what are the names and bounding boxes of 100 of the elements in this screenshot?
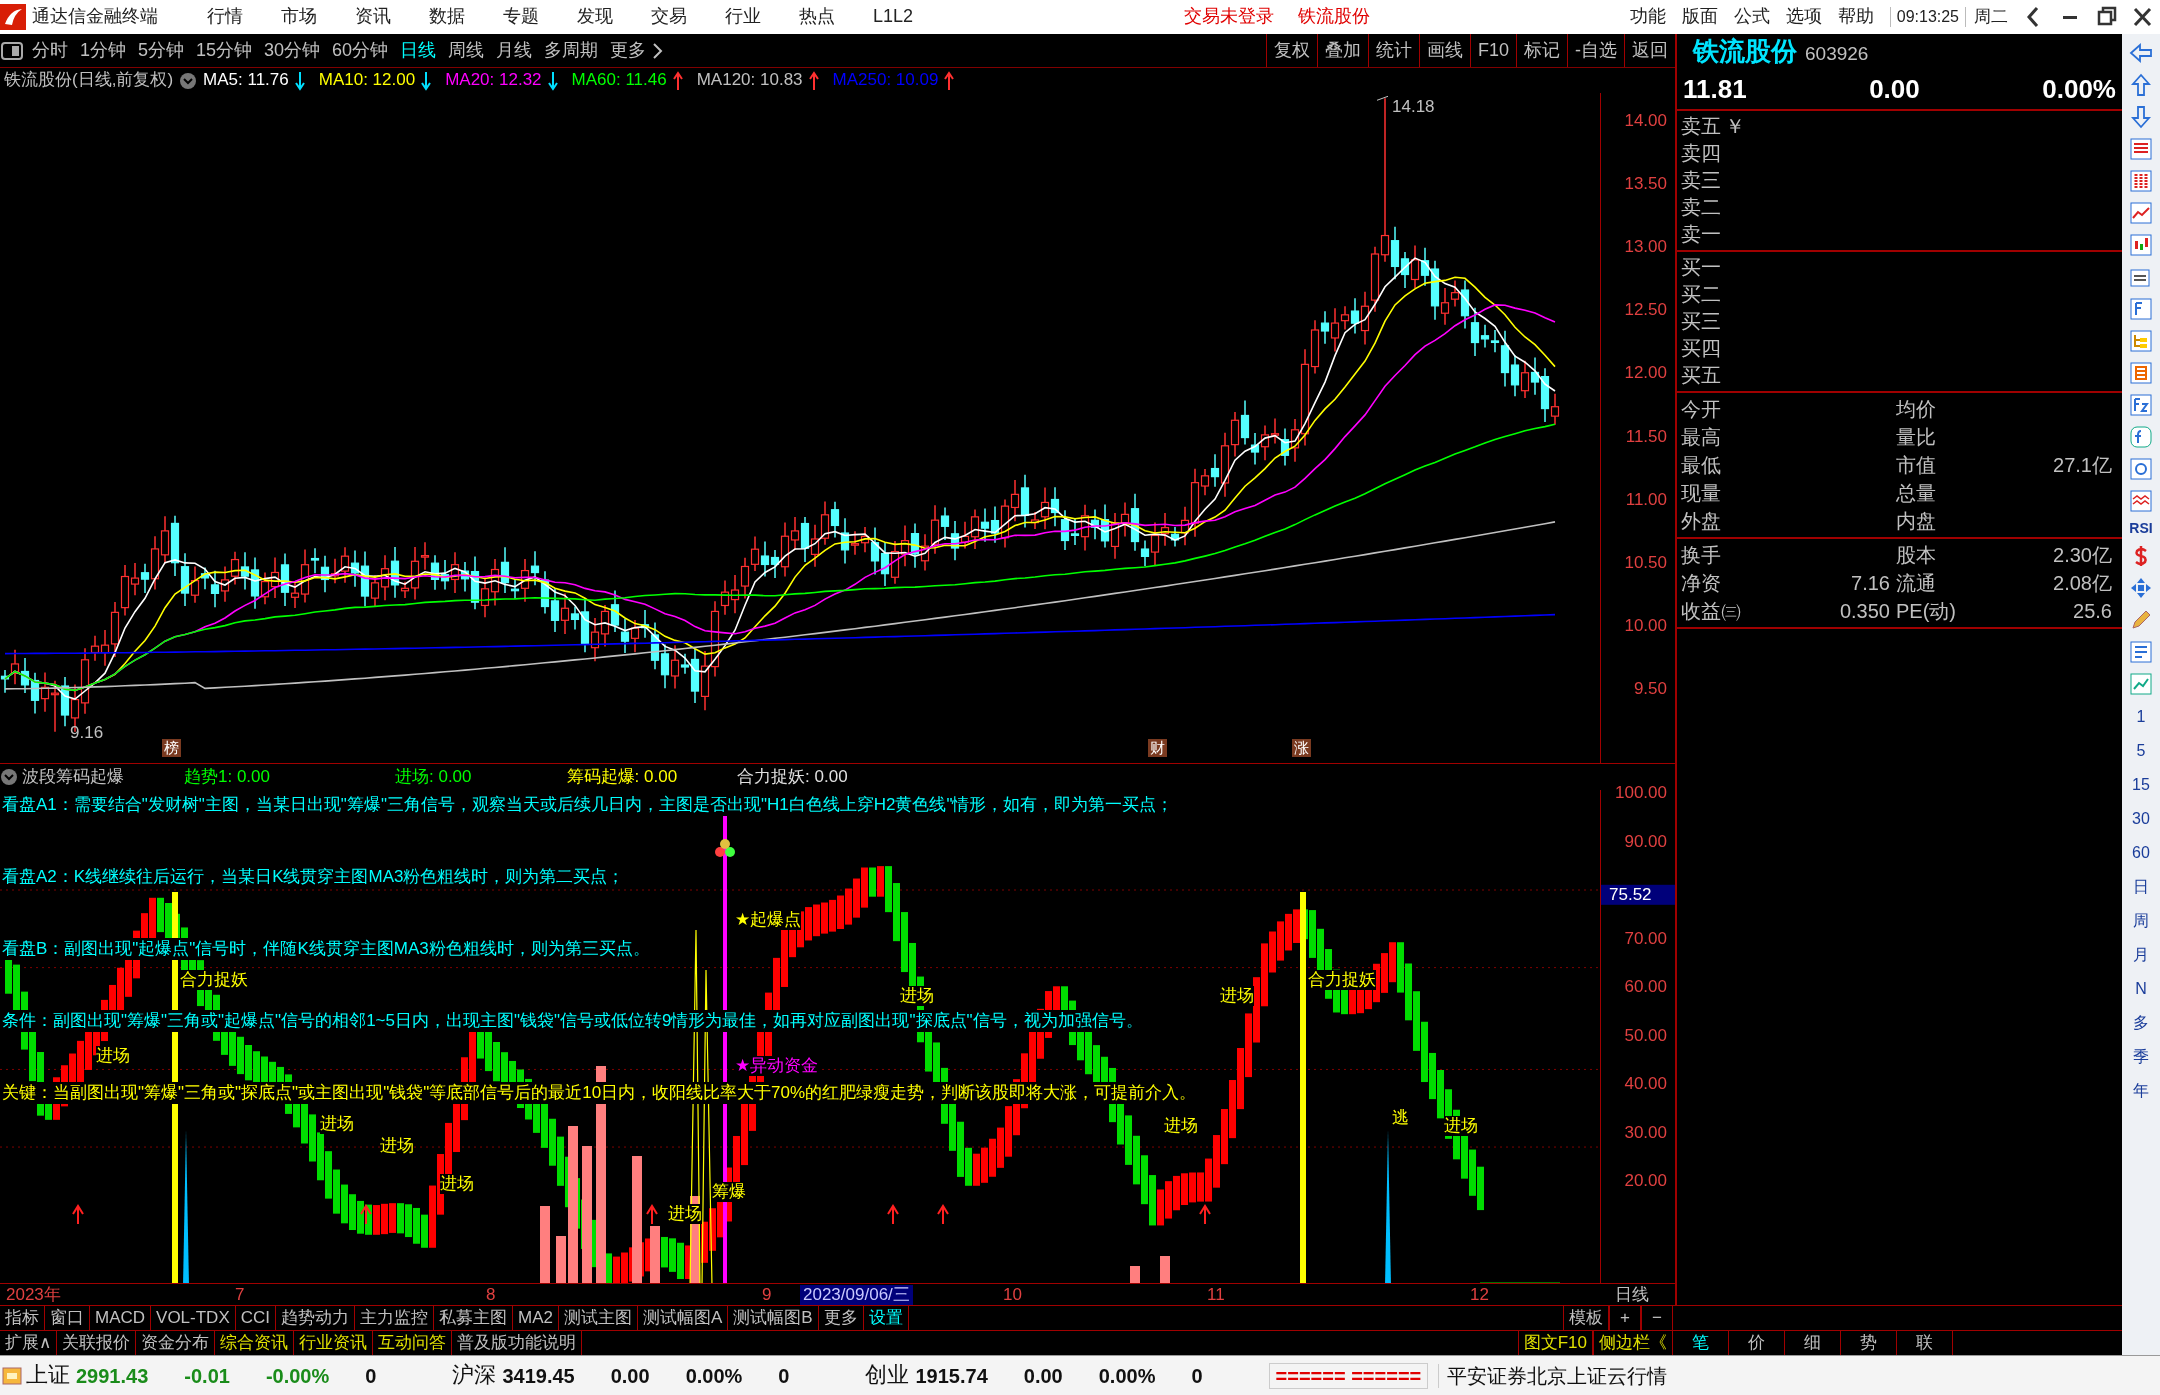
period-shortcut[interactable]: 30	[2132, 804, 2150, 833]
menu-item[interactable]: 发现	[558, 6, 632, 28]
period-tab[interactable]: 月线	[490, 39, 539, 62]
event-marker[interactable]: 财	[1148, 739, 1167, 757]
settings-link[interactable]: 设置	[863, 1306, 909, 1330]
clock-time: 09:13:25	[1889, 7, 1966, 27]
line-chart-icon[interactable]	[2128, 200, 2154, 226]
indicator-tab[interactable]: 更多	[818, 1306, 864, 1330]
menu-item[interactable]: 行业	[706, 6, 780, 28]
indicator-tab[interactable]: VOL-TDX	[151, 1306, 236, 1330]
function-icon[interactable]	[2128, 424, 2154, 450]
arrow-up-icon[interactable]	[2128, 72, 2154, 98]
list-icon[interactable]	[2128, 136, 2154, 162]
chart-tool-button[interactable]: 标记	[1516, 34, 1567, 67]
period-shortcut[interactable]: 15	[2132, 770, 2150, 799]
panel-toggle-icon[interactable]	[0, 39, 26, 62]
period-shortcut[interactable]: 周	[2133, 906, 2149, 935]
period-shortcut[interactable]: N	[2135, 974, 2147, 1003]
indicator-tab[interactable]: 测试幅图B	[728, 1306, 819, 1330]
menu-item[interactable]: 公式	[1725, 6, 1778, 28]
indicator-axis-label: 30.00	[1624, 1122, 1667, 1143]
candlestick-icon[interactable]	[2128, 232, 2154, 258]
menu-item[interactable]: 交易	[632, 6, 706, 28]
indicator-tab[interactable]: 趋势动力	[276, 1306, 356, 1330]
high-price-label: 14.18	[1392, 97, 1435, 118]
indicator-tab[interactable]: 私募主图	[434, 1306, 514, 1330]
price-change: 0.00	[1869, 74, 1920, 106]
template-control[interactable]: 模板	[1563, 1306, 1609, 1330]
document-icon[interactable]	[2128, 638, 2154, 665]
chart-window-icon[interactable]	[2128, 670, 2154, 697]
chart-tool-button[interactable]: -自选	[1567, 34, 1624, 67]
signal-label: 进场	[1164, 1116, 1198, 1136]
document-icon[interactable]	[2128, 296, 2154, 322]
period-shortcut[interactable]: 5	[2136, 736, 2146, 765]
event-marker[interactable]: 榜	[162, 739, 181, 757]
arrow-left-icon[interactable]	[2128, 40, 2154, 66]
dropdown-circle-icon[interactable]	[179, 71, 198, 90]
chart-tool-button[interactable]: 复权	[1265, 34, 1317, 67]
period-tab[interactable]: 分时	[26, 39, 74, 62]
notice-text: 铁流股份	[1297, 6, 1370, 28]
chart-tool-button[interactable]: 画线	[1418, 34, 1470, 67]
indicator-tab[interactable]: 测试幅图A	[638, 1306, 729, 1330]
menu-item[interactable]: 专题	[484, 6, 558, 28]
period-tab[interactable]: 多周期	[538, 39, 605, 62]
menu-item[interactable]: 帮助	[1829, 6, 1882, 28]
grid-icon[interactable]	[2128, 168, 2154, 194]
rsi-button[interactable]: RSI	[2129, 520, 2153, 537]
menu-item[interactable]: 功能	[1621, 6, 1674, 28]
indicator-tab[interactable]: MA2	[513, 1306, 559, 1330]
menu-item[interactable]: 资讯	[336, 6, 410, 28]
document-icon[interactable]	[2128, 392, 2154, 418]
wave-chart-icon[interactable]	[2128, 488, 2154, 514]
period-tab[interactable]: 日线	[394, 39, 443, 62]
currency-toggle[interactable]: ￥	[1725, 113, 1745, 141]
menu-item[interactable]: 版面	[1673, 6, 1726, 28]
date-axis-label: 11	[1207, 1285, 1225, 1306]
template-control[interactable]: −	[1641, 1306, 1673, 1330]
indicator-reading: 趋势1: 0.00	[184, 766, 270, 788]
period-shortcut[interactable]: 多	[2133, 1008, 2149, 1037]
dropdown-circle-icon[interactable]	[0, 768, 18, 786]
menu-item[interactable]: 热点	[780, 6, 854, 28]
stat-label: 最高	[1681, 425, 1722, 451]
stat-value: 0.350	[1838, 599, 1891, 625]
arrow-down-icon[interactable]	[2128, 104, 2154, 130]
connection-signal: ====== ======	[1268, 1362, 1429, 1389]
up-arrow-icon	[360, 1204, 372, 1225]
chart-tool-button[interactable]: 统计	[1367, 34, 1419, 67]
period-tab[interactable]: 30分钟	[258, 39, 327, 62]
template-control[interactable]: +	[1609, 1306, 1641, 1330]
period-shortcut[interactable]: 季	[2133, 1042, 2149, 1071]
menu-item[interactable]: 市场	[262, 6, 336, 28]
indicator-tab[interactable]: CCI	[235, 1306, 277, 1330]
menu-item[interactable]: 数据	[410, 6, 484, 28]
signal-label: 逃	[1392, 1108, 1409, 1128]
period-tab[interactable]: 60分钟	[326, 39, 395, 62]
chevron-right-icon[interactable]	[652, 40, 665, 61]
indicator-tab[interactable]: 指标	[0, 1306, 45, 1330]
period-tab[interactable]: 更多	[604, 39, 653, 62]
menu-item[interactable]: 行情	[188, 6, 262, 28]
indicator-tab[interactable]: 测试主图	[559, 1306, 638, 1330]
period-shortcut[interactable]: 1	[2136, 702, 2146, 731]
chart-tool-button[interactable]: 叠加	[1316, 34, 1368, 67]
indicator-tab[interactable]: 主力监控	[355, 1306, 435, 1330]
period-shortcut[interactable]: 月	[2133, 940, 2149, 969]
period-shortcut[interactable]: 60	[2132, 838, 2150, 867]
period-tab[interactable]: 15分钟	[190, 39, 259, 62]
chart-tool-button[interactable]: F10	[1469, 34, 1516, 67]
period-tab[interactable]: 5分钟	[132, 39, 191, 62]
period-tab[interactable]: 1分钟	[74, 39, 132, 62]
indicator-tab[interactable]: 窗口	[45, 1306, 90, 1330]
tree-icon[interactable]	[2128, 328, 2154, 354]
menu-item[interactable]: 选项	[1777, 6, 1830, 28]
bookmark-icon[interactable]	[2128, 360, 2154, 386]
indicator-tab[interactable]: MACD	[90, 1306, 152, 1330]
event-marker[interactable]: 涨	[1292, 739, 1311, 757]
period-shortcut[interactable]: 日	[2133, 872, 2149, 901]
period-tab[interactable]: 周线	[442, 39, 491, 62]
chart-tool-button[interactable]: 返回	[1624, 34, 1675, 67]
menu-item[interactable]: L1L2	[854, 6, 933, 28]
period-shortcut[interactable]: 年	[2133, 1076, 2149, 1105]
